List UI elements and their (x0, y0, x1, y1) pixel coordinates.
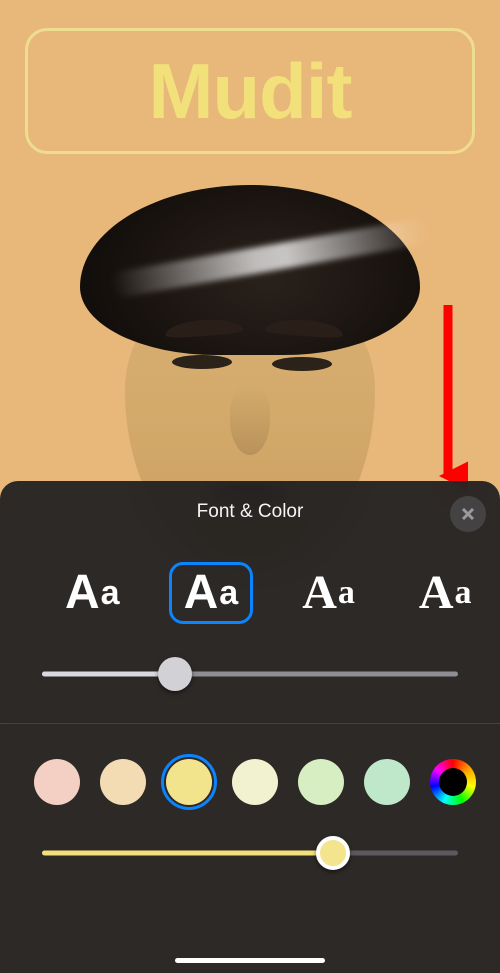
color-swatch[interactable] (364, 759, 410, 805)
color-swatch-row (0, 724, 500, 814)
color-swatch[interactable] (166, 759, 212, 805)
name-text: Mudit (149, 46, 352, 137)
font-sample-small: a (101, 576, 120, 610)
slider-thumb[interactable] (158, 657, 192, 691)
home-indicator[interactable] (175, 958, 325, 963)
font-option-rounded[interactable]: Aa (169, 562, 254, 624)
name-text-field[interactable]: Mudit (25, 28, 475, 154)
font-sample-big: A (419, 569, 454, 617)
font-option-serif[interactable]: Aa (287, 562, 370, 624)
font-color-sheet: Font & Color AaAaAaAa (0, 481, 500, 973)
color-swatch[interactable] (298, 759, 344, 805)
font-sample-big: A (184, 569, 219, 617)
sheet-title: Font & Color (197, 501, 304, 523)
color-brightness-slider[interactable] (42, 836, 458, 870)
font-weight-slider[interactable] (42, 657, 458, 691)
slider-thumb[interactable] (316, 836, 350, 870)
poster-editor-canvas: Mudit Font & Color AaAaAaAa (0, 0, 500, 973)
color-swatch[interactable] (100, 759, 146, 805)
font-sample-small: a (338, 576, 355, 610)
font-option-sans[interactable]: Aa (50, 562, 135, 624)
font-sample-big: A (65, 569, 100, 617)
font-picker-row: AaAaAaAa (0, 543, 500, 635)
color-picker-button[interactable] (430, 759, 476, 805)
close-button[interactable] (450, 496, 486, 532)
sheet-header: Font & Color (0, 481, 500, 543)
color-swatch[interactable] (34, 759, 80, 805)
font-sample-big: A (302, 569, 337, 617)
font-sample-small: a (219, 576, 238, 610)
color-swatch[interactable] (232, 759, 278, 805)
close-icon (461, 507, 475, 521)
font-option-slab[interactable]: Aa (404, 562, 487, 624)
font-sample-small: a (455, 576, 472, 610)
